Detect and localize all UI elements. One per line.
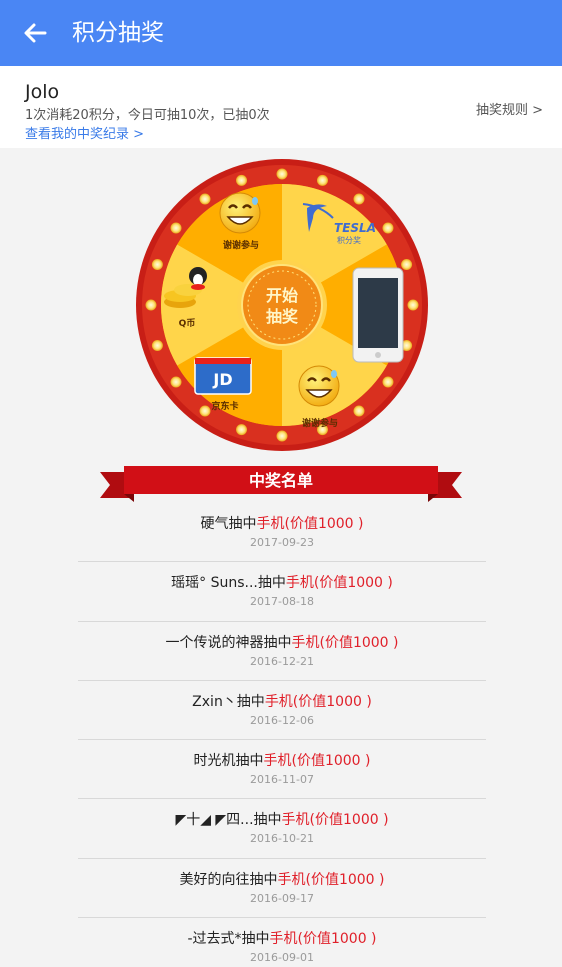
- rim-light: [276, 168, 288, 180]
- svg-text:抽奖: 抽奖: [266, 307, 299, 326]
- winner-date: 2016-09-01: [250, 951, 314, 965]
- account-panel: Jolo 1次消耗20积分，今日可抽10次，已抽0次 查看我的中奖纪录 > 抽奖…: [0, 66, 562, 148]
- username: Jolo: [25, 81, 60, 103]
- smiley-icon: [298, 365, 340, 407]
- winner-prize: 手机(价值1000 ): [277, 871, 385, 888]
- winners-list: 硬气抽中手机(价值1000 ) 2017-09-23 瑶瑶° Suns...抽中手机…: [78, 503, 486, 967]
- winner-date: 2017-08-18: [250, 595, 314, 609]
- winner-date: 2017-09-23: [250, 536, 314, 549]
- my-records-link[interactable]: 查看我的中奖纪录 >: [25, 123, 144, 142]
- rim-light: [401, 259, 413, 271]
- rim-light: [382, 222, 394, 234]
- rim-light: [170, 376, 182, 388]
- prize-slot-points: 积分奖: [337, 235, 361, 245]
- rim-light: [236, 424, 248, 436]
- app-bar: 积分抽奖: [0, 0, 562, 66]
- winner-row: 一个传说的神器抽中手机(价值1000 ) 2016-12-21: [78, 622, 486, 681]
- winner-row: Zxin丶抽中手机(价值1000 ) 2016-12-06: [78, 681, 486, 741]
- winner-prize: 手机(价值1000 ): [264, 693, 372, 710]
- arrow-left-icon[interactable]: [20, 18, 50, 48]
- winner-line: 美好的向往抽中手机(价值1000 ): [78, 859, 486, 889]
- winner-name: Zxin丶抽中: [192, 693, 265, 710]
- winner-prize: 手机(价值1000 ): [256, 516, 364, 532]
- lottery-wheel[interactable]: 谢谢参与 TESLA 积分奖 Q币 JD 京东卡 谢谢参与 开始 抽奖: [135, 158, 429, 452]
- winner-row: 瑶瑶° Suns...抽中手机(价值1000 ) 2017-08-18: [78, 562, 486, 622]
- prize-slot-thanks-2: 谢谢参与: [302, 417, 338, 429]
- winner-date: 2016-10-21: [250, 832, 314, 846]
- winner-name: 时光机抽中: [193, 753, 264, 770]
- winner-name: 硬气抽中: [200, 516, 257, 532]
- smiley-icon: [219, 192, 261, 234]
- winner-name: 美好的向往抽中: [179, 871, 278, 888]
- prize-slot-thanks-1: 谢谢参与: [223, 239, 259, 251]
- rim-light: [236, 174, 248, 186]
- page-title: 积分抽奖: [72, 20, 164, 46]
- winner-date: 2016-09-17: [250, 891, 314, 905]
- winner-line: 硬气抽中手机(价值1000 ): [78, 503, 486, 533]
- jd-card-icon: JD: [194, 357, 252, 395]
- rim-light: [151, 339, 163, 351]
- rim-light: [170, 222, 182, 234]
- winner-prize: 手机(价值1000 ): [291, 634, 399, 651]
- winner-date: 2016-12-21: [250, 654, 314, 668]
- start-draw-button[interactable]: 开始 抽奖: [237, 260, 327, 350]
- svg-text:JD: JD: [212, 370, 232, 389]
- tesla-brand: TESLA: [334, 221, 376, 235]
- winners-title: 中奖名单: [248, 471, 313, 490]
- winner-line: 时光机抽中手机(价值1000 ): [78, 740, 486, 770]
- svg-text:开始: 开始: [266, 286, 298, 305]
- rim-light: [276, 430, 288, 442]
- rim-light: [353, 405, 365, 417]
- winner-row: 时光机抽中手机(价值1000 ) 2016-11-07: [78, 740, 486, 800]
- rim-light: [407, 299, 419, 311]
- prize-slot-jd-card: 京东卡: [211, 400, 238, 412]
- winner-name: ◤十◢ ◤四...抽中: [175, 812, 282, 829]
- winner-name: 瑶瑶° Suns...抽中: [171, 575, 286, 592]
- winner-name: -过去式*抽中: [187, 931, 270, 948]
- winner-prize: 手机(价值1000 ): [269, 931, 377, 948]
- winner-row: 硬气抽中手机(价值1000 ) 2017-09-23: [78, 503, 486, 563]
- winner-prize: 手机(价值1000 ): [281, 812, 389, 829]
- winner-line: 瑶瑶° Suns...抽中手机(价值1000 ): [78, 562, 486, 592]
- winner-line: ◤十◢ ◤四...抽中手机(价值1000 ): [78, 799, 486, 829]
- draw-summary: 1次消耗20积分，今日可抽10次，已抽0次: [25, 108, 270, 123]
- rim-light: [316, 174, 328, 186]
- winner-row: -过去式*抽中手机(价值1000 ) 2016-09-01: [78, 918, 486, 967]
- winner-name: 一个传说的神器抽中: [165, 634, 292, 651]
- rules-link[interactable]: 抽奖规则 >: [476, 99, 543, 118]
- phone-icon: [352, 267, 404, 363]
- rim-light: [145, 299, 157, 311]
- winner-prize: 手机(价值1000 ): [285, 575, 393, 592]
- rim-light: [199, 405, 211, 417]
- rim-light: [199, 193, 211, 205]
- winner-date: 2016-11-07: [250, 773, 314, 787]
- winner-date: 2016-12-06: [250, 713, 314, 727]
- prize-slot-qcoin: Q币: [179, 318, 196, 329]
- winner-line: -过去式*抽中手机(价值1000 ): [78, 918, 486, 948]
- rim-light: [151, 259, 163, 271]
- winner-prize: 手机(价值1000 ): [263, 753, 371, 770]
- winner-row: ◤十◢ ◤四...抽中手机(价值1000 ) 2016-10-21: [78, 799, 486, 859]
- winner-line: Zxin丶抽中手机(价值1000 ): [78, 681, 486, 711]
- rim-light: [382, 376, 394, 388]
- rim-light: [353, 193, 365, 205]
- winner-row: 美好的向往抽中手机(价值1000 ) 2016-09-17: [78, 859, 486, 919]
- winner-line: 一个传说的神器抽中手机(价值1000 ): [78, 622, 486, 652]
